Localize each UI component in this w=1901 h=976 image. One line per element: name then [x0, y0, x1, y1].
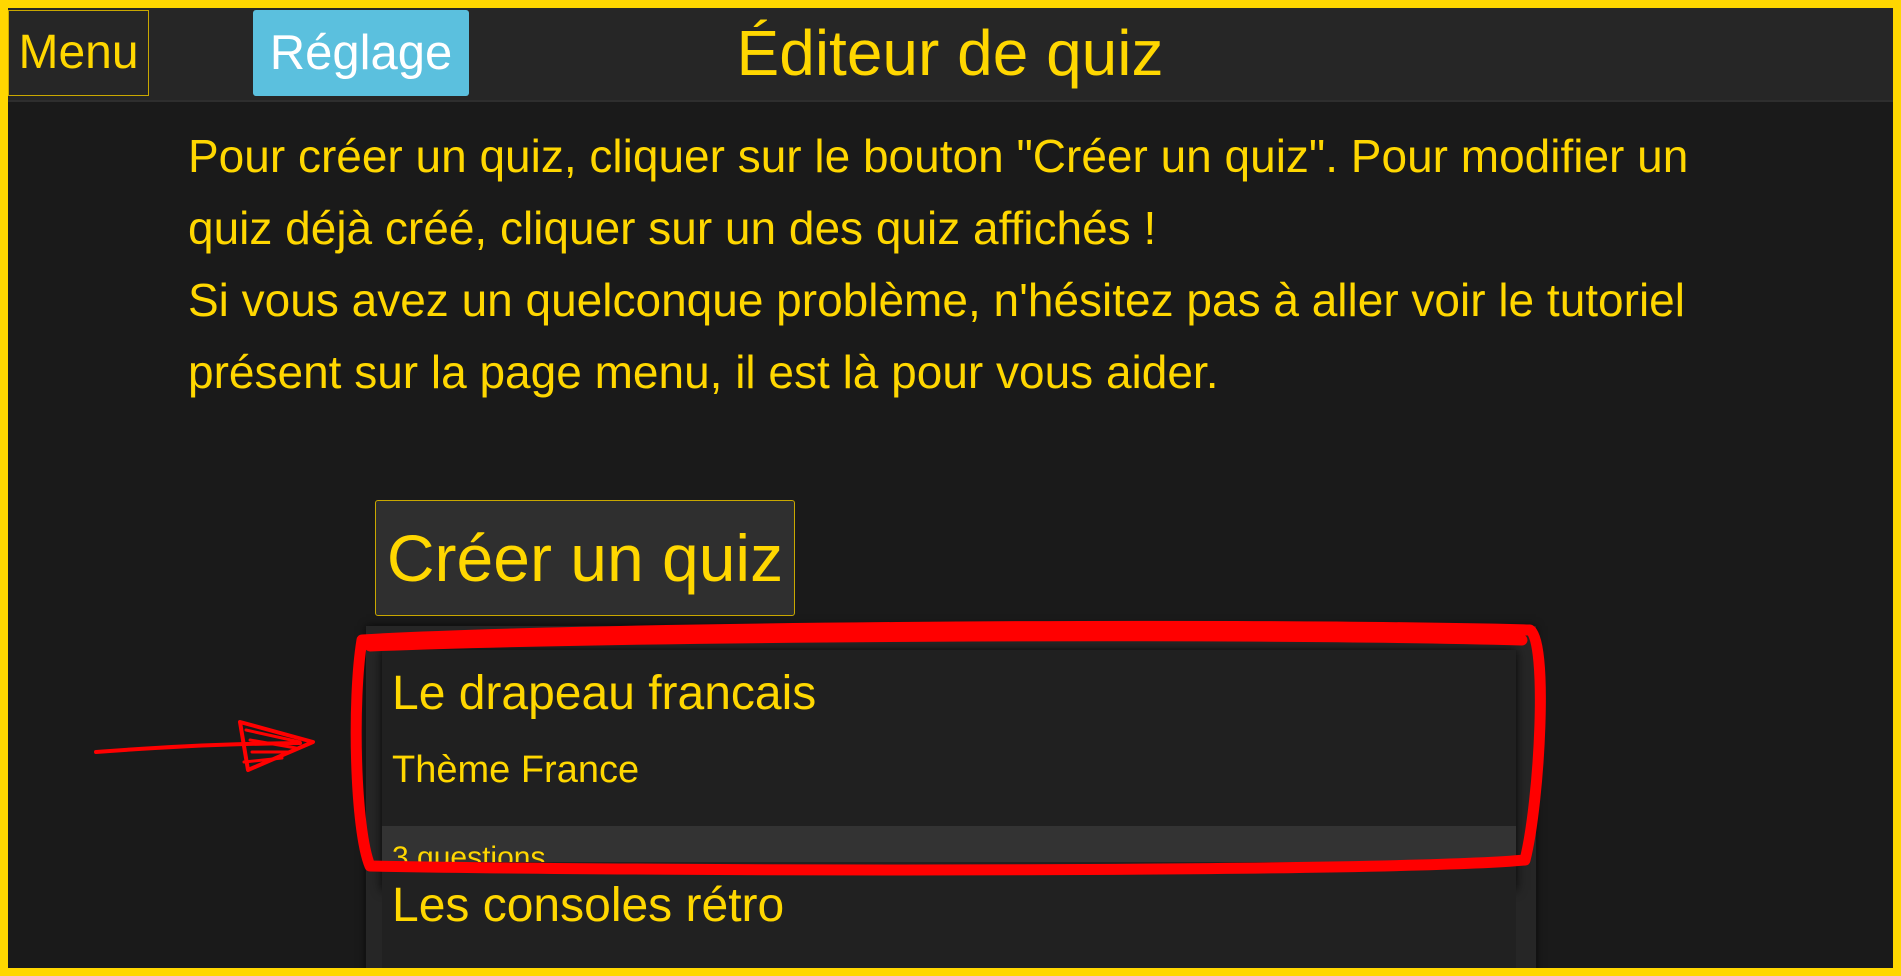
arrow-icon — [94, 720, 315, 772]
quiz-theme: Thème France — [392, 749, 640, 791]
create-quiz-button[interactable]: Créer un quiz — [375, 500, 795, 616]
intro-paragraph-2: Si vous avez un quelconque problème, n'h… — [188, 274, 1685, 398]
intro-text: Pour créer un quiz, cliquer sur le bouto… — [188, 120, 1748, 408]
quiz-list: Le drapeau francais Thème France 3 quest… — [366, 626, 1536, 976]
page-title: Éditeur de quiz — [736, 17, 1164, 89]
quiz-name: Les consoles rétro — [392, 879, 785, 932]
quiz-card[interactable]: Les consoles rétro — [382, 862, 1516, 976]
intro-paragraph-1: Pour créer un quiz, cliquer sur le bouto… — [188, 130, 1689, 254]
quiz-card[interactable]: Le drapeau francais Thème France 3 quest… — [382, 650, 1516, 890]
quiz-name: Le drapeau francais — [392, 667, 817, 720]
settings-button[interactable]: Réglage — [253, 10, 469, 96]
menu-button[interactable]: Menu — [8, 10, 149, 96]
